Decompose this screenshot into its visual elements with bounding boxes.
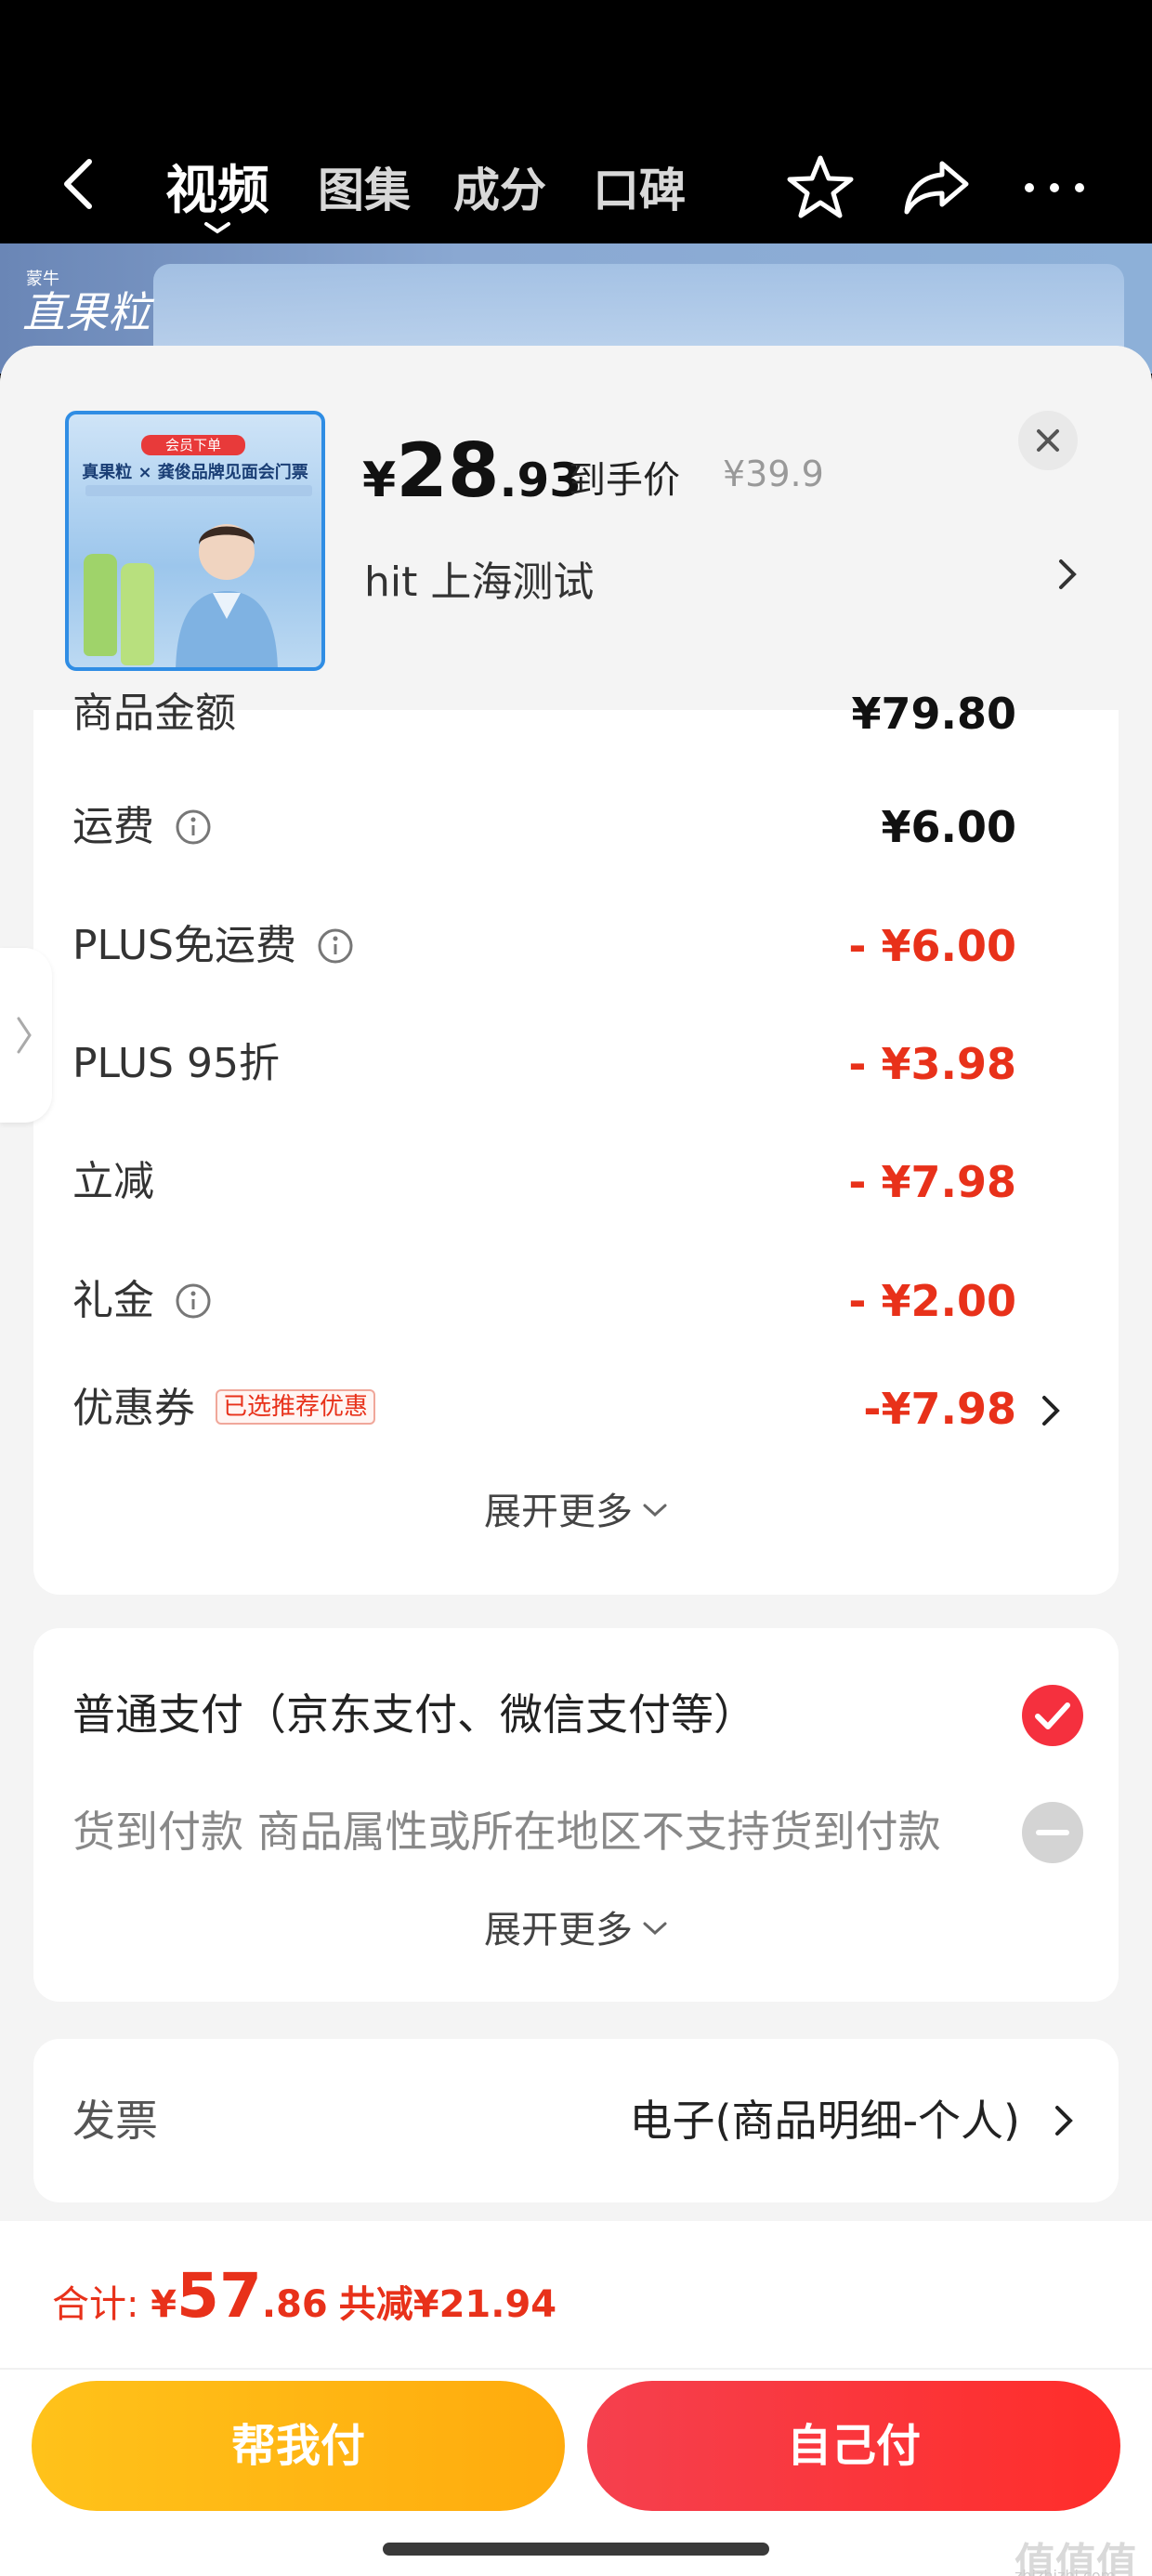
banner-logo: 直果粒: [22, 287, 151, 337]
original-price: ¥39.9: [723, 453, 824, 494]
chevron-right-icon: [17, 1017, 32, 1054]
payment-option-label: 货到付款 商品属性或所在地区不支持货到付款: [72, 1807, 941, 1857]
bottle-image-icon: [121, 563, 154, 665]
person-image-icon: [176, 524, 278, 667]
fee-value: - ¥7.98: [848, 1157, 1016, 1207]
info-icon[interactable]: [175, 808, 212, 846]
fee-label: PLUS 95折: [72, 1040, 280, 1087]
info-icon[interactable]: [175, 1282, 212, 1320]
fee-value: - ¥3.98: [848, 1039, 1016, 1089]
payment-option-cod: 货到付款 商品属性或所在地区不支持货到付款: [72, 1790, 1085, 1873]
invoice-row[interactable]: 发票 电子(商品明细-个人): [33, 2039, 1119, 2202]
divider: [0, 2368, 1152, 2370]
invoice-label: 发票: [72, 2096, 158, 2146]
close-button[interactable]: [1018, 411, 1078, 470]
fee-row: 运费 ¥6.00: [72, 790, 1080, 864]
tab-active-indicator: [204, 222, 230, 234]
coupon-value: -¥7.98: [863, 1384, 1016, 1434]
bottle-image-icon: [84, 554, 117, 656]
thumbnail-title: 真果粒 × 龚俊品牌见面会门票: [82, 463, 308, 482]
coupon-row[interactable]: 优惠券 已选推荐优惠 -¥7.98: [72, 1372, 1080, 1446]
payment-option-normal[interactable]: 普通支付（京东支付、微信支付等）: [72, 1673, 1085, 1756]
more-icon[interactable]: [1018, 151, 1091, 223]
checked-icon[interactable]: [1020, 1683, 1085, 1748]
chevron-right-icon[interactable]: [1041, 1394, 1061, 1427]
final-price: ¥28.93: [362, 427, 583, 514]
chevron-right-icon[interactable]: [1054, 2104, 1074, 2137]
info-icon[interactable]: [317, 927, 354, 965]
disabled-icon: [1022, 1802, 1083, 1863]
invoice-value: 电子(商品明细-个人): [629, 2096, 1021, 2146]
pay-myself-button[interactable]: 自己付: [587, 2381, 1120, 2511]
fee-row: PLUS 95折 - ¥3.98: [72, 1027, 1080, 1101]
fee-breakdown-card: 商品金额 ¥79.80 运费 ¥6.00 PLUS免运费 - ¥6.00 PLU…: [33, 689, 1119, 1595]
fee-label: 礼金: [72, 1277, 154, 1324]
tab-ingredients[interactable]: 成分: [453, 153, 546, 220]
share-icon[interactable]: [901, 151, 974, 223]
total-label: 合计:: [52, 2283, 151, 2326]
checkout-bottom-bar: 合计: ¥57.86 共减¥21.94 帮我付 自己付 值值值 zhizhizhi…: [0, 2221, 1152, 2576]
expand-more-button[interactable]: 展开更多: [33, 1481, 1119, 1535]
fee-row: 立减 - ¥7.98: [72, 1145, 1080, 1219]
fee-row: 礼金 - ¥2.00: [72, 1264, 1080, 1338]
back-icon[interactable]: [58, 156, 98, 212]
fee-value: ¥79.80: [851, 689, 1016, 739]
fee-label: 立减: [72, 1158, 154, 1205]
fee-label: 运费: [72, 803, 154, 850]
top-nav-bar: 视频 图集 成分 口碑: [0, 0, 1152, 243]
chevron-right-icon[interactable]: [1057, 558, 1078, 591]
final-price-label: 到手价: [569, 459, 680, 502]
chevron-down-icon: [643, 1504, 667, 1518]
close-icon: [1037, 429, 1059, 452]
payment-option-label: 普通支付（京东支付、微信支付等）: [72, 1689, 756, 1740]
expand-more-button[interactable]: 展开更多: [33, 1899, 1119, 1953]
coupon-tag: 已选推荐优惠: [216, 1389, 376, 1425]
total-savings: 共减¥21.94: [338, 2283, 557, 2326]
fee-row: 商品金额 ¥79.80: [72, 677, 1080, 751]
fee-value: - ¥6.00: [848, 921, 1016, 971]
help-me-pay-button[interactable]: 帮我付: [32, 2381, 565, 2511]
expand-more-label: 展开更多: [484, 1491, 633, 1533]
thumbnail-subline: [85, 485, 312, 496]
payment-method-card: 普通支付（京东支付、微信支付等） 货到付款 商品属性或所在地区不支持货到付款 展…: [33, 1628, 1119, 2002]
fee-value: ¥6.00: [881, 802, 1016, 852]
thumbnail-badge: 会员下单: [141, 435, 245, 455]
fee-value: - ¥2.00: [848, 1276, 1016, 1326]
side-drawer-handle[interactable]: [0, 948, 52, 1123]
chevron-down-icon: [643, 1922, 667, 1936]
tab-gallery[interactable]: 图集: [318, 153, 411, 220]
order-total: 合计: ¥57.86 共减¥21.94: [52, 2260, 557, 2332]
product-thumbnail[interactable]: 会员下单 真果粒 × 龚俊品牌见面会门票: [65, 411, 325, 671]
star-icon[interactable]: [784, 151, 857, 223]
fee-row: PLUS免运费 - ¥6.00: [72, 909, 1080, 983]
watermark-url: zhizhizhi.com: [1015, 2567, 1116, 2576]
tab-video[interactable]: 视频: [165, 149, 269, 224]
total-amount: 57: [177, 2260, 262, 2332]
home-indicator: [383, 2543, 769, 2556]
fee-label: PLUS免运费: [72, 922, 296, 969]
product-header: 会员下单 真果粒 × 龚俊品牌见面会门票 ¥28.93 到手价 ¥39.9 hi…: [0, 346, 1152, 710]
expand-more-label: 展开更多: [484, 1909, 633, 1952]
tab-reviews[interactable]: 口碑: [593, 153, 686, 220]
shop-address-line[interactable]: hit 上海测试: [364, 548, 594, 608]
coupon-label: 优惠券: [72, 1385, 195, 1432]
fee-label: 商品金额: [72, 690, 236, 737]
